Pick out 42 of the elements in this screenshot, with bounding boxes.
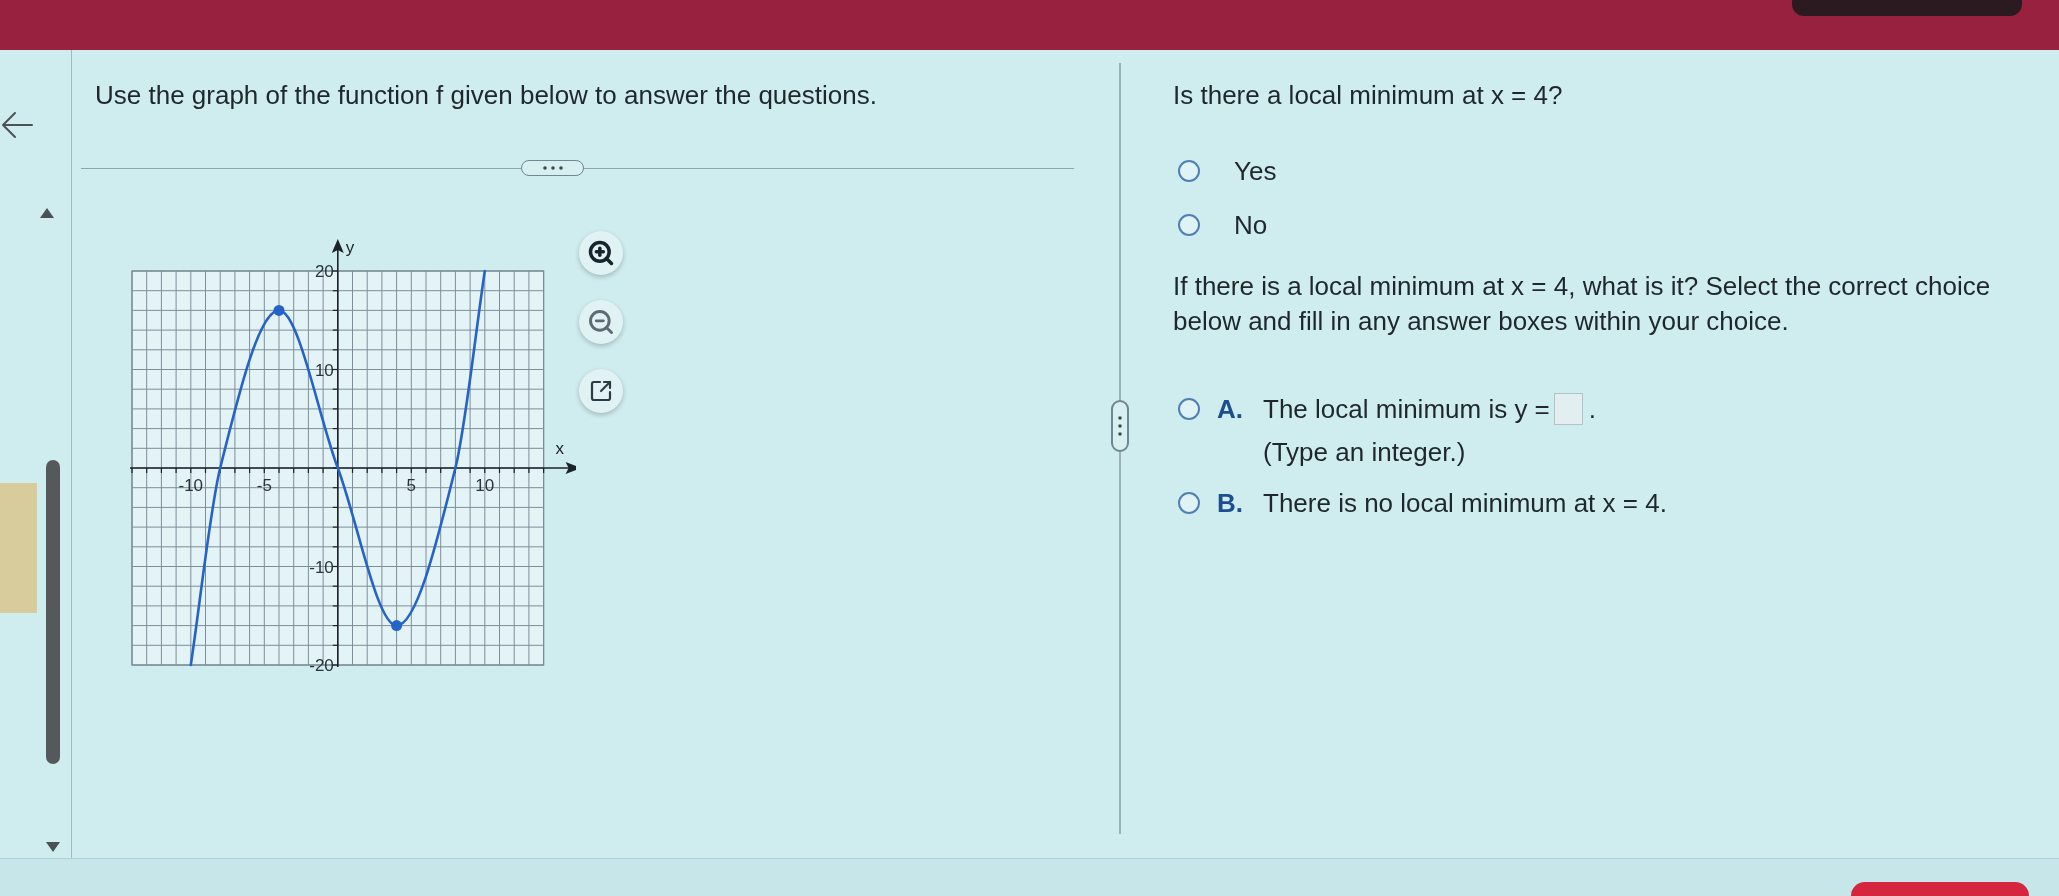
choice-period: . (1588, 393, 1597, 425)
tick-label: -10 (178, 476, 204, 495)
back-arrow-icon[interactable] (0, 111, 34, 139)
tick-label: 10 (314, 360, 334, 380)
tick-label: -20 (309, 656, 334, 675)
zoom-in-button[interactable] (579, 231, 623, 275)
scrollbar-thumb[interactable] (46, 460, 60, 764)
choice-hint: (Type an integer.) (1263, 436, 1467, 468)
scroll-down-icon[interactable] (46, 842, 60, 852)
prompt-text: If there is a local minimum at x = 4, what is it? Select the correct choice below and fill in any answer boxes within your choice. (1173, 270, 1992, 338)
option-label: Yes (1234, 156, 1277, 186)
radio-button[interactable] (1178, 492, 1200, 514)
radio-button[interactable] (1178, 160, 1200, 182)
tick-label: -5 (256, 476, 272, 495)
zoom-out-icon (587, 308, 615, 336)
pane-resize-handle[interactable] (1111, 400, 1129, 452)
tick-label: 5 (406, 476, 417, 495)
tick-label: 10 (475, 476, 495, 495)
question-text: Is there a local minimum at x = 4? (1173, 80, 1564, 110)
radio-button[interactable] (1178, 214, 1200, 236)
zoom-out-button[interactable] (579, 300, 623, 344)
instruction-text: Use the graph of the function f given below to answer the questions. (95, 80, 878, 110)
open-new-window-button[interactable] (579, 369, 623, 413)
point-marker-icon (273, 304, 285, 316)
choice-text: The local minimum is y = (1263, 393, 1550, 425)
tick-label: -10 (309, 557, 334, 577)
action-button[interactable] (1851, 882, 2029, 896)
zoom-in-icon (587, 239, 615, 267)
external-link-icon (589, 379, 613, 403)
scroll-up-icon[interactable] (40, 208, 54, 218)
vertical-dots-icon (1118, 416, 1122, 436)
radio-button[interactable] (1178, 398, 1200, 420)
x-axis-label: x (555, 439, 565, 458)
y-axis-label: y (345, 238, 355, 257)
expand-button[interactable] (521, 160, 584, 176)
tick-label: 20 (314, 262, 334, 281)
choice-letter: B. (1217, 487, 1244, 519)
dots-icon (542, 166, 563, 170)
option-label: No (1234, 210, 1268, 240)
choice-text: There is no local minimum at x = 4. (1263, 487, 1667, 519)
point-marker-icon (391, 620, 403, 632)
choice-letter: A. (1217, 393, 1244, 425)
